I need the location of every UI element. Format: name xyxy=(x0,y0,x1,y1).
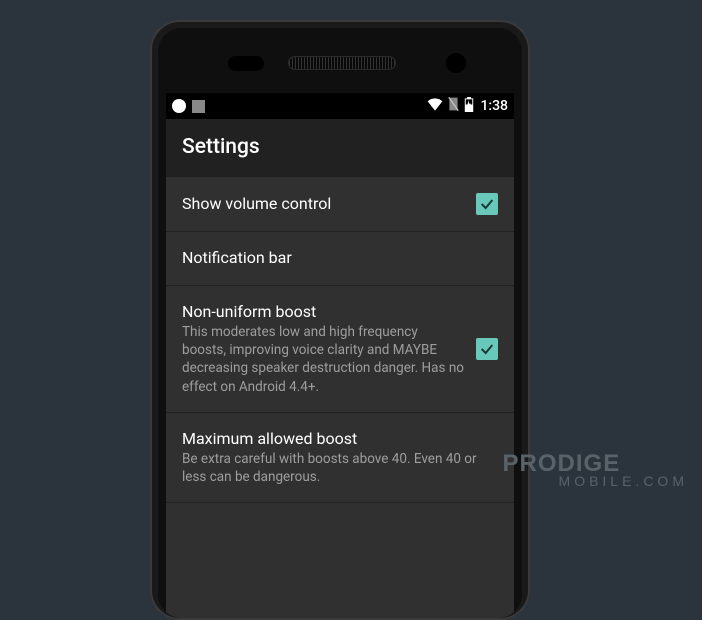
setting-notification-bar[interactable]: Notification bar xyxy=(166,232,514,286)
settings-list: Show volume control Notification bar Non… xyxy=(166,177,514,503)
setting-title: Maximum allowed boost xyxy=(182,429,486,448)
setting-title: Show volume control xyxy=(182,194,464,213)
earpiece-speaker xyxy=(288,56,396,70)
setting-title: Non-uniform boost xyxy=(182,302,464,321)
front-camera xyxy=(446,53,466,73)
wifi-icon xyxy=(427,97,443,115)
status-bar: 1:38 xyxy=(166,93,514,119)
setting-title: Notification bar xyxy=(182,248,486,267)
setting-maximum-allowed-boost[interactable]: Maximum allowed boost Be extra careful w… xyxy=(166,413,514,503)
proximity-sensor xyxy=(228,56,264,71)
checkbox-checked[interactable] xyxy=(476,193,498,215)
checkbox-checked[interactable] xyxy=(476,338,498,360)
setting-non-uniform-boost[interactable]: Non-uniform boost This moderates low and… xyxy=(166,286,514,413)
battery-charging-icon xyxy=(464,97,474,116)
app-bar: Settings xyxy=(166,119,514,177)
phone-bezel xyxy=(158,28,522,90)
watermark: PRODIGE MOBILE.COM xyxy=(503,452,688,488)
setting-subtitle: This moderates low and high frequency bo… xyxy=(182,323,464,396)
setting-show-volume-control[interactable]: Show volume control xyxy=(166,177,514,232)
notification-dot-icon xyxy=(172,99,186,113)
phone-frame: 1:38 Settings Show volume control xyxy=(150,20,530,620)
screen: 1:38 Settings Show volume control xyxy=(166,93,514,618)
setting-subtitle: Be extra careful with boosts above 40. E… xyxy=(182,450,486,486)
page-title: Settings xyxy=(182,135,260,159)
status-bar-clock: 1:38 xyxy=(480,98,508,114)
phone-inner: 1:38 Settings Show volume control xyxy=(158,28,522,618)
no-sim-icon xyxy=(447,97,460,115)
notification-square-icon xyxy=(192,100,205,113)
